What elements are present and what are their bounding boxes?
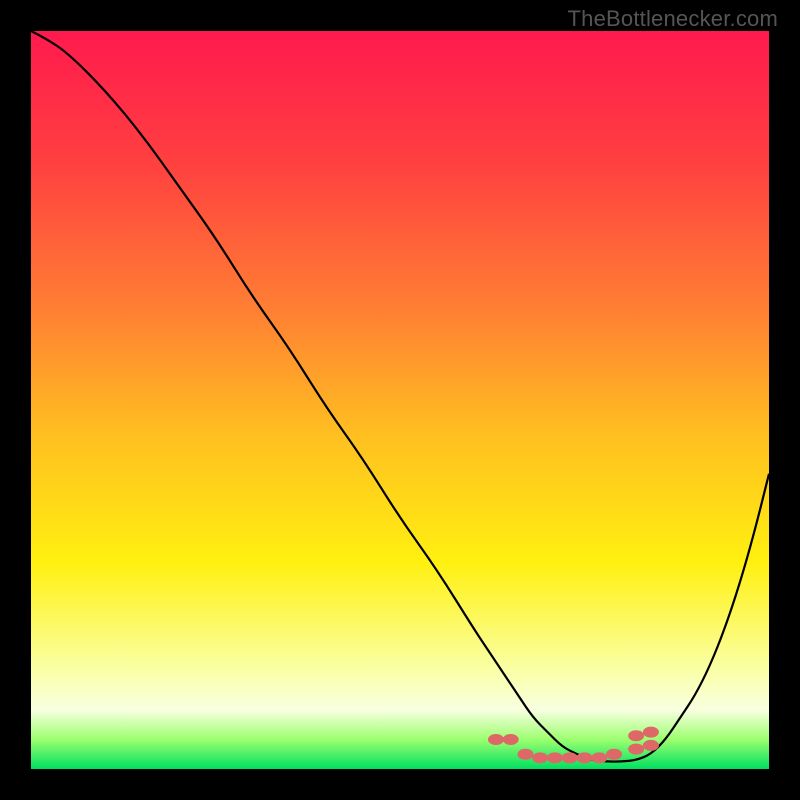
marker-dot: [591, 752, 607, 763]
marker-dot: [503, 734, 519, 745]
marker-dot: [628, 744, 644, 755]
marker-dot: [532, 752, 548, 763]
bottom-markers: [488, 727, 659, 764]
marker-dot: [547, 752, 563, 763]
bottleneck-curve: [31, 31, 769, 762]
marker-dot: [643, 727, 659, 738]
plot-area: [31, 31, 769, 769]
marker-dot: [517, 749, 533, 760]
marker-dot: [577, 752, 593, 763]
marker-dot: [488, 734, 504, 745]
marker-dot: [628, 730, 644, 741]
marker-dot: [643, 740, 659, 751]
watermark-text: TheBottlenecker.com: [568, 6, 778, 32]
chart-container: TheBottlenecker.com: [0, 0, 800, 800]
marker-dot: [606, 749, 622, 760]
curve-svg: [31, 31, 769, 769]
marker-dot: [562, 752, 578, 763]
